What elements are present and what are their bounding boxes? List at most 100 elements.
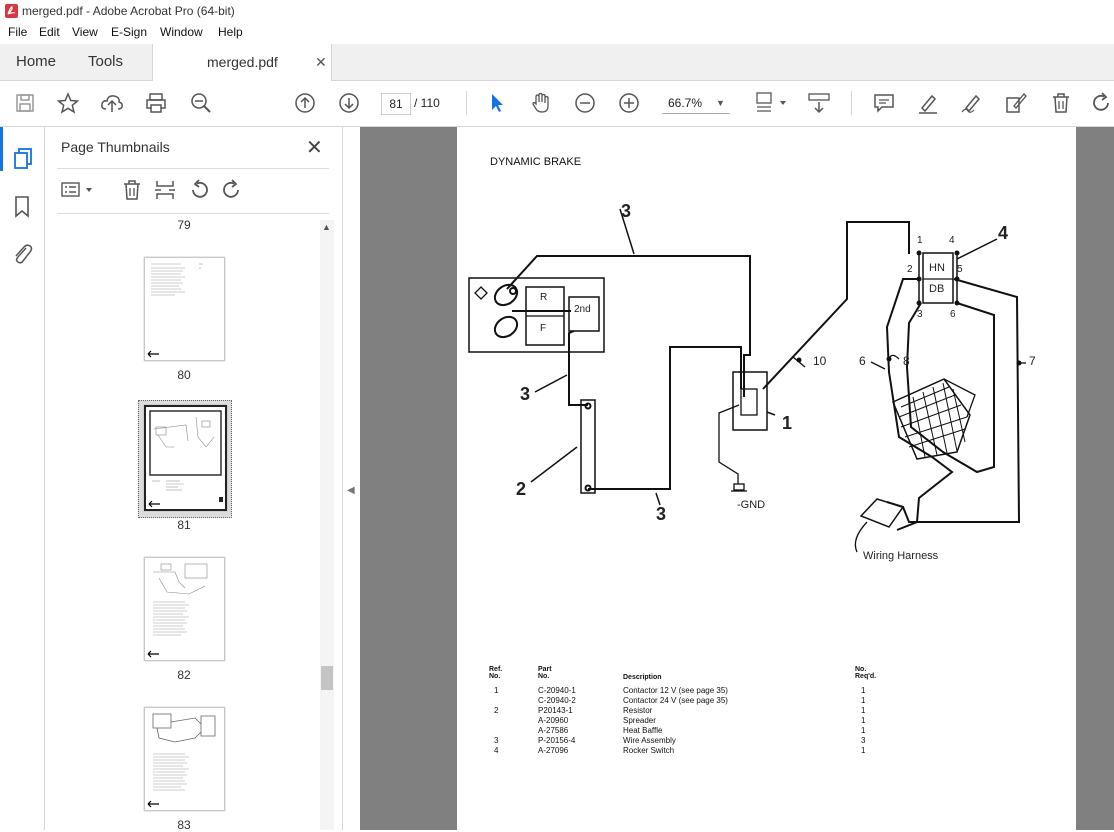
fill-and-sign-icon[interactable] — [1004, 91, 1028, 115]
cell-part: P20143-1 — [538, 706, 573, 715]
comment-icon[interactable] — [872, 91, 896, 115]
scroll-mode-icon[interactable] — [807, 91, 831, 115]
table-row: A-27586 Heat Baffle 1 — [485, 726, 905, 736]
tab-bar: Home Tools merged.pdf ✕ — [0, 44, 1114, 81]
bookmark-icon[interactable] — [13, 195, 33, 224]
panel-divider — [57, 213, 329, 214]
collapse-panel-arrow-icon[interactable]: ◀ — [347, 485, 355, 496]
cell-ref: 1 — [494, 686, 499, 695]
thumbnail-page-82[interactable] — [144, 557, 225, 661]
delete-pages-icon[interactable] — [121, 179, 143, 206]
toolbar: 81 / 110 66.7% ▼ — [0, 81, 1114, 127]
menu-edit[interactable]: Edit — [39, 25, 60, 39]
thumbnail-page-83[interactable] — [144, 707, 225, 811]
table-row: 2 P20143-1 Resistor 1 — [485, 706, 905, 716]
box-label: 2nd — [574, 304, 591, 315]
cell-part: C-20940-1 — [538, 686, 576, 695]
page-thumbnails-icon[interactable] — [12, 147, 34, 176]
thumbnail-label: 79 — [177, 218, 191, 232]
panel-splitter[interactable]: ◀ — [342, 127, 361, 830]
zoom-out-icon[interactable] — [573, 91, 597, 115]
toolbar-divider — [466, 91, 467, 115]
thumbnail-scrollbar[interactable]: ▲ — [320, 220, 334, 830]
star-icon[interactable] — [56, 91, 80, 115]
close-panel-icon[interactable]: ✕ — [306, 135, 323, 160]
menu-esign[interactable]: E-Sign — [111, 25, 147, 39]
ref-label: 6 — [859, 354, 866, 368]
select-cursor-icon[interactable] — [485, 91, 509, 115]
col-header-req: No. Req'd. — [855, 666, 877, 680]
attachment-paperclip-icon[interactable] — [11, 241, 33, 270]
cell-part: A-27586 — [538, 726, 569, 735]
trash-icon[interactable] — [1049, 91, 1073, 115]
cell-desc: Contactor 24 V (see page 35) — [623, 696, 728, 705]
rotate-counterclockwise-icon[interactable] — [188, 179, 210, 206]
rotate-icon[interactable] — [1090, 91, 1114, 115]
thumbnail-page-81[interactable] — [144, 405, 227, 511]
cell-part: C-20940-2 — [538, 696, 576, 705]
table-row: A-20960 Spreader 1 — [485, 716, 905, 726]
rotate-clockwise-icon[interactable] — [221, 179, 243, 206]
cell-ref: 3 — [494, 736, 499, 745]
toolbar-divider — [851, 91, 852, 115]
ref-label: 8 — [903, 354, 910, 368]
window-title: merged.pdf - Adobe Acrobat Pro (64-bit) — [22, 4, 235, 18]
cell-req: 1 — [861, 686, 866, 695]
menu-help[interactable]: Help — [218, 25, 243, 39]
cell-desc: Resistor — [623, 706, 653, 715]
page-fit-icon[interactable] — [752, 91, 788, 115]
cell-desc: Heat Baffle — [623, 726, 663, 735]
cell-req: 1 — [861, 726, 866, 735]
scroll-up-arrow-icon[interactable]: ▲ — [322, 222, 331, 232]
tab-home[interactable]: Home — [16, 44, 56, 80]
ref-label: 3 — [656, 504, 667, 524]
chevron-down-icon: ▼ — [716, 98, 725, 108]
next-page-icon[interactable] — [337, 91, 361, 115]
zoom-in-icon[interactable] — [617, 91, 641, 115]
thumbnail-label: 82 — [177, 668, 191, 682]
ref-label: 7 — [1029, 354, 1036, 368]
tab-tools[interactable]: Tools — [88, 44, 123, 80]
thumbnail-page-80[interactable] — [144, 257, 225, 361]
box-label: F — [540, 323, 547, 334]
print-icon[interactable] — [144, 91, 168, 115]
table-row: 3 P-20156-4 Wire Assembly 3 — [485, 736, 905, 746]
parts-table: Ref. No. Part No. Description No. Req'd.… — [485, 664, 905, 764]
panel-divider — [57, 168, 329, 169]
col-header-desc: Description — [623, 674, 662, 681]
upload-cloud-icon[interactable] — [100, 91, 124, 115]
ref-label: 2 — [516, 479, 527, 499]
highlight-pen-icon[interactable] — [916, 91, 940, 115]
table-row: 4 A-27096 Rocker Switch 1 — [485, 746, 905, 756]
zoom-out-search-icon[interactable] — [189, 91, 213, 115]
page-number-input[interactable]: 81 — [381, 93, 411, 115]
col-header-part: Part No. — [538, 666, 552, 680]
cell-req: 1 — [861, 706, 866, 715]
menu-file[interactable]: File — [8, 25, 27, 39]
close-tab-icon[interactable]: ✕ — [315, 44, 327, 80]
hand-tool-icon[interactable] — [529, 91, 553, 115]
save-icon[interactable] — [13, 91, 37, 115]
left-navigation-rail — [0, 127, 45, 830]
zoom-level-select[interactable]: 66.7% ▼ — [662, 93, 730, 114]
ref-label: 1 — [782, 413, 793, 433]
table-row: C-20940-2 Contactor 24 V (see page 35) 1 — [485, 696, 905, 706]
cell-req: 1 — [861, 716, 866, 725]
scrollbar-thumb[interactable] — [321, 666, 333, 690]
insert-pages-icon[interactable] — [154, 179, 176, 206]
zoom-level-value: 66.7% — [668, 96, 703, 110]
acrobat-logo-icon — [5, 4, 18, 18]
previous-page-icon[interactable] — [293, 91, 317, 115]
sign-icon[interactable] — [960, 91, 984, 115]
ref-label: 3 — [520, 384, 531, 404]
menu-window[interactable]: Window — [160, 25, 203, 39]
thumbnail-options-icon[interactable] — [61, 180, 97, 205]
tab-document[interactable]: merged.pdf ✕ — [152, 44, 332, 81]
pin-label: 4 — [949, 235, 955, 246]
ref-label: 3 — [621, 201, 632, 221]
menu-view[interactable]: View — [72, 25, 98, 39]
cell-req: 1 — [861, 696, 866, 705]
pin-label: 1 — [917, 235, 923, 246]
switch-label: DB — [929, 283, 945, 295]
thumbnail-label: 80 — [177, 368, 191, 382]
